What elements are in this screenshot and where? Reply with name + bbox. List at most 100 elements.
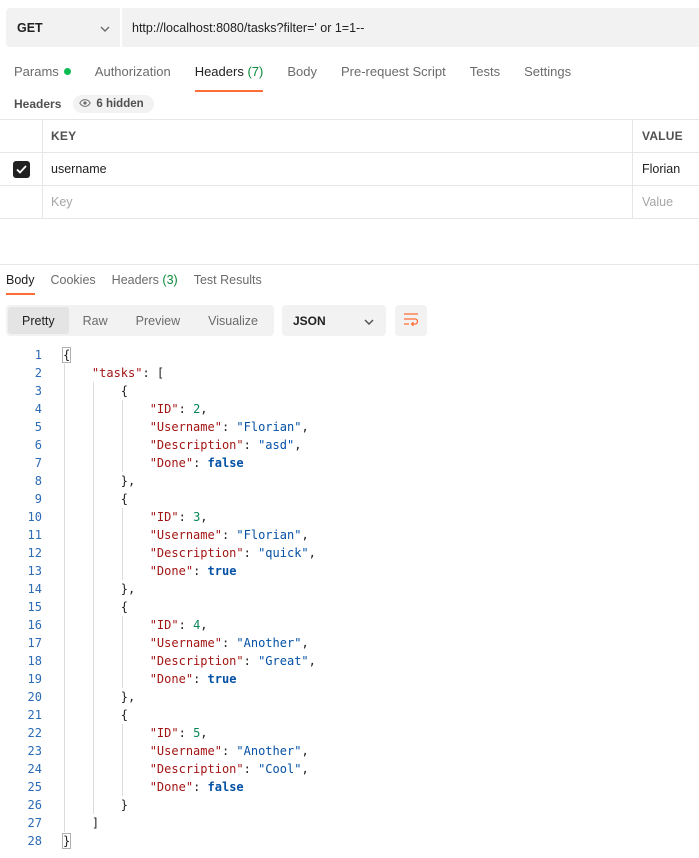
code-token: ,: [301, 528, 309, 542]
code-token: ,: [301, 420, 309, 434]
response-body-code[interactable]: 1{2 "tasks": [3 {4 "ID": 2, 5 "Username":…: [0, 346, 699, 850]
code-token: "Description": [149, 762, 244, 776]
line-number: 6: [34, 438, 42, 452]
header-key-input[interactable]: username: [43, 153, 633, 185]
tab-label: Headers: [111, 273, 159, 287]
code-line: 11 "Username": "Florian",: [0, 526, 699, 544]
format-select[interactable]: JSON: [281, 305, 386, 336]
code-token: "ID": [149, 726, 179, 740]
code-token: "Florian": [236, 528, 302, 542]
code-token: ,: [200, 618, 208, 632]
code-token: "Username": [149, 636, 222, 650]
code-token: },: [63, 474, 136, 488]
code-token: :: [243, 762, 259, 776]
new-value-input[interactable]: Value: [633, 186, 699, 218]
code-text: "tasks": [: [63, 364, 164, 382]
table-header-row: KEY VALUE: [0, 120, 699, 153]
tab-label: Headers: [194, 64, 244, 79]
chevron-down-icon: [364, 314, 374, 328]
tab-response-headers[interactable]: Headers (3): [112, 273, 178, 287]
code-token: : [: [142, 366, 165, 380]
url-input[interactable]: http://localhost:8080/tasks?filter=' or …: [122, 8, 699, 47]
code-token: }: [61, 833, 72, 849]
code-token: "Done": [149, 780, 194, 794]
code-token: ,: [301, 762, 309, 776]
view-visualize-button[interactable]: Visualize: [194, 307, 272, 334]
code-text: "Description": "Great",: [63, 652, 316, 670]
tab-authorization[interactable]: Authorization: [95, 62, 171, 88]
code-line: 26 }: [0, 796, 699, 814]
code-token: "Done": [149, 564, 194, 578]
code-token: "Cool": [258, 762, 302, 776]
code-token: "ID": [149, 618, 179, 632]
code-token: "ID": [149, 402, 179, 416]
key-placeholder: Key: [51, 195, 73, 209]
tab-test-results[interactable]: Test Results: [194, 273, 262, 287]
code-text: },: [63, 688, 135, 706]
code-token: :: [193, 564, 208, 578]
code-text: "Username": "Another",: [63, 634, 309, 652]
row-check-cell: [0, 153, 43, 185]
line-number: 26: [27, 798, 42, 812]
view-preview-button[interactable]: Preview: [122, 307, 194, 334]
code-token: {: [63, 600, 129, 614]
code-token: "Username": [149, 528, 222, 542]
code-token: {: [63, 384, 129, 398]
tab-params[interactable]: Params: [14, 62, 71, 88]
code-token: false: [207, 456, 244, 470]
code-line: 12 "Description": "quick",: [0, 544, 699, 562]
code-token: false: [207, 780, 244, 794]
tab-label: Authorization: [94, 64, 171, 79]
code-token: ,: [301, 636, 309, 650]
line-number: 28: [27, 834, 42, 848]
tab-headers[interactable]: Headers (7): [194, 62, 263, 92]
code-token: "Florian": [236, 420, 302, 434]
hidden-headers-toggle[interactable]: 6 hidden: [73, 95, 154, 113]
code-text: {: [63, 598, 128, 616]
view-raw-button[interactable]: Raw: [69, 307, 122, 334]
tab-label: Settings: [524, 64, 572, 79]
line-number: 11: [27, 528, 42, 542]
tab-response-body[interactable]: Body: [6, 273, 35, 295]
new-key-input[interactable]: Key: [43, 186, 633, 218]
view-pretty-button[interactable]: Pretty: [8, 307, 69, 334]
line-number: 13: [27, 564, 42, 578]
tab-body[interactable]: Body: [287, 62, 317, 88]
line-number: 23: [27, 744, 42, 758]
code-token: :: [178, 618, 194, 632]
code-token: {: [63, 492, 129, 506]
code-token: :: [221, 636, 237, 650]
code-line: 21 {: [0, 706, 699, 724]
code-text: },: [63, 472, 135, 490]
method-select[interactable]: GET: [6, 8, 122, 47]
header-value-input[interactable]: Florian: [633, 153, 699, 185]
tab-pre-request-script[interactable]: Pre-request Script: [341, 62, 446, 88]
tab-response-cookies[interactable]: Cookies: [51, 273, 96, 287]
value-placeholder: Value: [642, 195, 674, 209]
tab-settings[interactable]: Settings: [524, 62, 571, 88]
wrap-lines-button[interactable]: [394, 305, 427, 336]
code-text: {: [63, 706, 128, 724]
code-token: {: [63, 708, 129, 722]
code-token: ,: [301, 744, 309, 758]
line-number: 17: [27, 636, 42, 650]
code-line: 28}: [0, 832, 699, 850]
code-line: 5 "Username": "Florian",: [0, 418, 699, 436]
line-number: 15: [27, 600, 42, 614]
checkbox-checked-icon[interactable]: [12, 160, 30, 178]
tab-tests[interactable]: Tests: [470, 62, 500, 88]
tab-label: Cookies: [50, 273, 96, 287]
code-token: ,: [308, 654, 316, 668]
code-text: "Done": false: [63, 454, 244, 472]
pane-divider[interactable]: [0, 264, 699, 265]
column-header-value: VALUE: [642, 129, 683, 143]
code-line: 14 },: [0, 580, 699, 598]
column-header-key: KEY: [43, 120, 633, 152]
code-text: {: [63, 382, 128, 400]
code-line: 8 },: [0, 472, 699, 490]
code-token: :: [178, 726, 194, 740]
